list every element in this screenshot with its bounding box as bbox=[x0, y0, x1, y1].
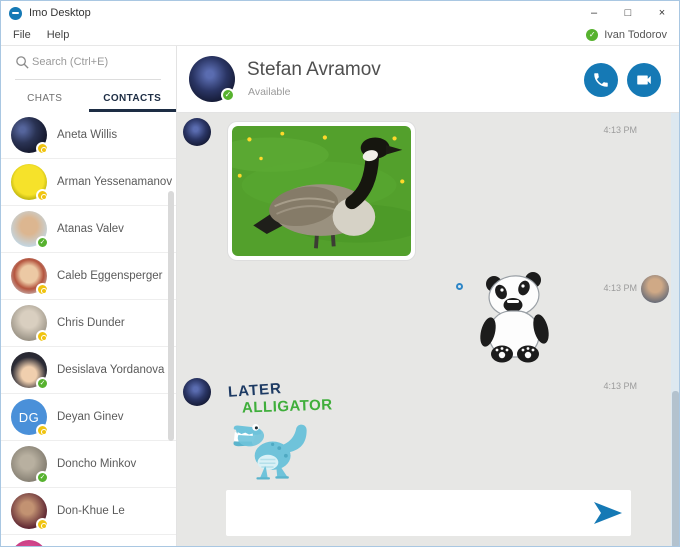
goose-photo-image bbox=[232, 126, 411, 256]
app-window: Imo Desktop – □ × File Help ✓ Ivan Todor… bbox=[0, 0, 680, 547]
contact-name: Atanas Valev bbox=[57, 223, 124, 235]
current-user-name: Ivan Todorov bbox=[604, 29, 667, 41]
contact-name: Caleb Eggensperger bbox=[57, 270, 163, 282]
send-arrow-icon bbox=[594, 502, 622, 524]
sticker-text-alligator: ALLIGATOR bbox=[242, 396, 333, 416]
message-sender-avatar bbox=[183, 118, 211, 146]
contact-name: Arman Yessenamanov bbox=[57, 176, 172, 188]
message-composer bbox=[226, 490, 631, 536]
status-online-check-icon: ✓ bbox=[36, 236, 49, 249]
contact-name: Desislava Yordanova bbox=[57, 364, 164, 376]
message-input[interactable] bbox=[236, 496, 576, 530]
search-input[interactable] bbox=[32, 51, 157, 73]
menu-bar: File Help ✓ Ivan Todorov bbox=[1, 25, 679, 46]
avatar: ✓ bbox=[11, 446, 47, 482]
close-button[interactable]: × bbox=[645, 1, 679, 25]
contact-name: Doncho Minkov bbox=[57, 458, 136, 470]
title-bar: Imo Desktop – □ × bbox=[1, 1, 679, 25]
contact-list: Aneta Willis Arman Yessenamanov ✓ Atanas… bbox=[1, 112, 176, 547]
chat-header: ✓ Stefan Avramov Available bbox=[177, 46, 679, 113]
phone-icon bbox=[592, 71, 610, 89]
chat-scrollbar-track[interactable] bbox=[671, 113, 679, 546]
status-online-check-icon: ✓ bbox=[36, 471, 49, 484]
status-away-clock-icon bbox=[36, 518, 49, 531]
message-sticker-alligator[interactable]: LATER ALLIGATOR bbox=[225, 379, 385, 491]
window-title: Imo Desktop bbox=[29, 7, 91, 19]
video-camera-icon bbox=[635, 71, 653, 89]
main-panel: ✓ Stefan Avramov Available bbox=[177, 46, 679, 546]
message-sticker-panda[interactable] bbox=[477, 271, 555, 363]
sidebar-scrollbar[interactable] bbox=[168, 191, 174, 441]
contact-name: Aneta Willis bbox=[57, 129, 117, 141]
tab-chats[interactable]: CHATS bbox=[1, 84, 89, 112]
avatar bbox=[11, 258, 47, 294]
status-online-check-icon: ✓ bbox=[221, 88, 235, 102]
status-away-clock-icon bbox=[36, 142, 49, 155]
message-photo-goose[interactable] bbox=[228, 122, 415, 260]
avatar bbox=[11, 493, 47, 529]
search-bar bbox=[1, 46, 176, 81]
search-icon bbox=[15, 55, 30, 70]
window-controls: – □ × bbox=[577, 1, 679, 25]
message-timestamp: 4:13 PM bbox=[581, 283, 637, 293]
contact-row-atanas-valev[interactable]: ✓ Atanas Valev bbox=[1, 206, 176, 253]
avatar: ✓ bbox=[11, 211, 47, 247]
message-sender-avatar bbox=[183, 378, 211, 406]
avatar bbox=[11, 164, 47, 200]
contact-name: Chris Dunder bbox=[57, 317, 125, 329]
contact-row-aneta-willis[interactable]: Aneta Willis bbox=[1, 112, 176, 159]
status-online-check-icon: ✓ bbox=[36, 377, 49, 390]
sidebar-tabs: CHATS CONTACTS bbox=[1, 84, 176, 112]
status-away-clock-icon bbox=[36, 283, 49, 296]
message-timestamp: 4:13 PM bbox=[581, 125, 637, 135]
chat-partner-avatar[interactable]: ✓ bbox=[189, 56, 235, 102]
search-underline bbox=[15, 79, 161, 80]
contact-row-deyan-ginev[interactable]: DG Deyan Ginev bbox=[1, 394, 176, 441]
chat-scrollbar-thumb[interactable] bbox=[672, 391, 679, 547]
video-call-button[interactable] bbox=[627, 63, 661, 97]
contact-row-desislava-yordanova[interactable]: ✓ Desislava Yordanova bbox=[1, 347, 176, 394]
contact-row-partial[interactable] bbox=[1, 535, 176, 547]
sidebar: CHATS CONTACTS Aneta Willis Arman Yessen… bbox=[1, 46, 177, 547]
contact-row-arman-yessenamanov[interactable]: Arman Yessenamanov bbox=[1, 159, 176, 206]
current-user[interactable]: ✓ Ivan Todorov bbox=[586, 29, 667, 41]
menu-file[interactable]: File bbox=[5, 29, 39, 41]
message-sender-avatar bbox=[641, 275, 669, 303]
status-away-clock-icon bbox=[36, 189, 49, 202]
avatar bbox=[11, 540, 47, 547]
app-logo-icon bbox=[9, 7, 22, 20]
alligator-drawing bbox=[229, 417, 321, 485]
send-button[interactable] bbox=[593, 502, 623, 524]
audio-call-button[interactable] bbox=[584, 63, 618, 97]
avatar bbox=[11, 305, 47, 341]
status-away-clock-icon bbox=[36, 424, 49, 437]
chat-partner-name: Stefan Avramov bbox=[247, 59, 381, 81]
tab-contacts[interactable]: CONTACTS bbox=[89, 84, 177, 112]
menu-help[interactable]: Help bbox=[39, 29, 78, 41]
contact-name: Deyan Ginev bbox=[57, 411, 123, 423]
user-online-status-icon: ✓ bbox=[586, 29, 598, 41]
contact-row-caleb-eggensperger[interactable]: Caleb Eggensperger bbox=[1, 253, 176, 300]
contact-row-don-khue-le[interactable]: Don-Khue Le bbox=[1, 488, 176, 535]
avatar bbox=[11, 117, 47, 153]
avatar: DG bbox=[11, 399, 47, 435]
message-timestamp: 4:13 PM bbox=[581, 381, 637, 391]
minimize-button[interactable]: – bbox=[577, 1, 611, 25]
status-away-clock-icon bbox=[36, 330, 49, 343]
chat-partner-status: Available bbox=[248, 86, 290, 98]
message-list: 4:13 PM 4:13 PM bbox=[177, 113, 679, 546]
message-sent-status-icon bbox=[456, 283, 463, 290]
maximize-button[interactable]: □ bbox=[611, 1, 645, 25]
contact-name: Don-Khue Le bbox=[57, 505, 125, 517]
avatar: ✓ bbox=[11, 352, 47, 388]
contact-row-doncho-minkov[interactable]: ✓ Doncho Minkov bbox=[1, 441, 176, 488]
contact-row-chris-dunder[interactable]: Chris Dunder bbox=[1, 300, 176, 347]
